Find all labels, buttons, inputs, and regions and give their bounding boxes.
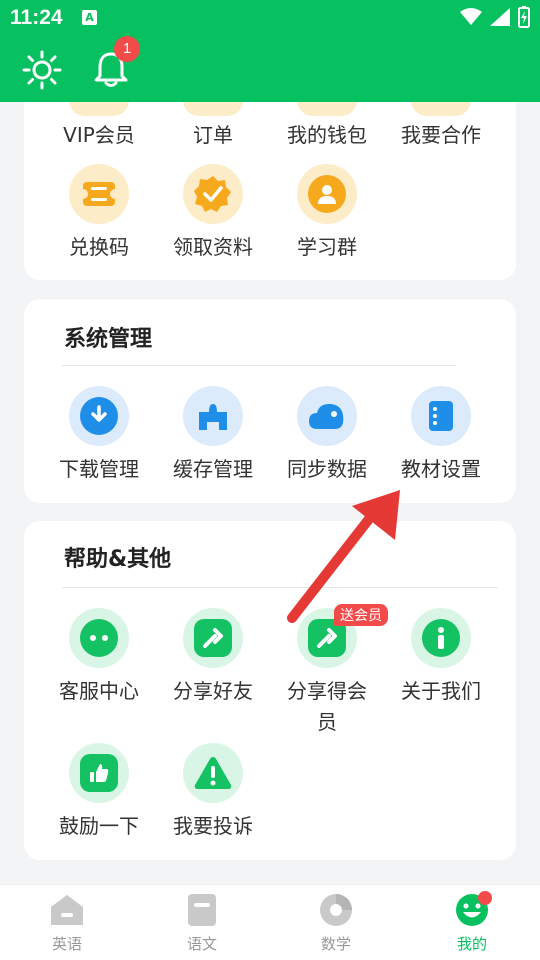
download-manage-label: 下载管理 — [59, 457, 139, 481]
get-materials-label: 领取资料 — [173, 235, 253, 259]
wallet-item[interactable]: 我的钱包 — [270, 120, 384, 150]
study-group-label: 学习群 — [297, 235, 357, 259]
order-icon-partial — [183, 100, 243, 116]
tab-chinese-label: 语文 — [186, 935, 217, 953]
book-icon — [429, 401, 453, 431]
vip-member-label: VIP会员 — [63, 123, 135, 147]
share-friends-item[interactable]: 分享好友 — [156, 608, 270, 706]
orders-label: 订单 — [193, 123, 233, 147]
system-title: 系统管理 — [64, 327, 153, 352]
person-icon — [318, 185, 336, 204]
check-badge-icon — [194, 176, 231, 212]
book-icon — [188, 894, 216, 926]
tab-math-label: 数学 — [320, 935, 351, 953]
complaint-label: 我要投诉 — [173, 814, 253, 838]
battery-icon — [518, 6, 530, 28]
system-icons — [460, 6, 530, 28]
system-divider — [62, 365, 456, 366]
textbook-settings-label: 教材设置 — [401, 457, 481, 481]
tab-math[interactable]: 数学 — [286, 893, 386, 954]
ticket-icon — [80, 182, 118, 206]
textbook-settings-item[interactable]: 教材设置 — [384, 386, 498, 484]
sync-data-label: 同步数据 — [287, 457, 367, 481]
tab-mine-label: 我的 — [456, 935, 487, 953]
bottom-tab-bar: 英语 语文 数学 我的 — [0, 884, 540, 960]
cooperate-label: 我要合作 — [401, 123, 481, 147]
share-get-vip-label: 分享得会 员 — [287, 679, 367, 734]
tab-english-label: 英语 — [51, 935, 82, 953]
customer-service-label: 客服中心 — [59, 679, 139, 703]
download-icon — [91, 405, 107, 422]
wallet-icon-partial — [297, 100, 357, 116]
notification-badge: 1 — [114, 36, 140, 62]
wifi-icon — [460, 8, 482, 25]
wallet-label: 我的钱包 — [287, 123, 367, 147]
status-time: 11:24 — [10, 6, 63, 29]
cooperate-item[interactable]: 我要合作 — [384, 120, 498, 150]
chat-icon — [90, 635, 108, 641]
redeem-code-item[interactable]: 兑换码 — [42, 164, 156, 262]
pie-icon — [320, 894, 352, 926]
redeem-code-label: 兑换码 — [69, 235, 129, 259]
top-bar: 11:24 A 1 — [0, 0, 540, 102]
encourage-item[interactable]: 鼓励一下 — [42, 743, 156, 841]
tab-chinese[interactable]: 语文 — [152, 893, 252, 954]
encourage-label: 鼓励一下 — [59, 814, 139, 838]
about-us-item[interactable]: 关于我们 — [384, 608, 498, 706]
orders-item[interactable]: 订单 — [156, 120, 270, 150]
warning-icon — [194, 757, 232, 789]
status-bar: 11:24 A — [0, 0, 540, 36]
share-get-vip-item[interactable]: 分享得会 员 — [270, 608, 384, 738]
customer-service-item[interactable]: 客服中心 — [42, 608, 156, 706]
share-icon — [203, 628, 223, 648]
puzzle-icon — [199, 404, 227, 430]
complaint-item[interactable]: 我要投诉 — [156, 743, 270, 841]
share-icon — [317, 628, 337, 648]
vip-icon-partial — [69, 100, 129, 116]
app-notification-icon: A — [82, 10, 97, 25]
tab-english[interactable]: 英语 — [17, 893, 117, 954]
get-materials-item[interactable]: 领取资料 — [156, 164, 270, 262]
vip-member-item[interactable]: VIP会员 — [42, 120, 156, 150]
help-title: 帮助&其他 — [64, 547, 172, 572]
help-divider — [62, 587, 498, 588]
tab-mine-badge — [478, 891, 492, 905]
tab-mine[interactable]: 我的 — [422, 893, 522, 954]
study-group-item[interactable]: 学习群 — [270, 164, 384, 262]
thumbs-up-icon — [90, 764, 109, 782]
cache-manage-item[interactable]: 缓存管理 — [156, 386, 270, 484]
share-friends-label: 分享好友 — [173, 679, 253, 703]
download-manage-item[interactable]: 下载管理 — [42, 386, 156, 484]
about-us-label: 关于我们 — [401, 679, 481, 703]
cloud-icon — [309, 404, 344, 429]
info-icon — [438, 627, 444, 649]
brightness-icon[interactable] — [22, 50, 62, 90]
cooperate-icon-partial — [411, 100, 471, 116]
signal-icon — [490, 8, 510, 26]
house-icon — [51, 895, 83, 925]
sync-data-item[interactable]: 同步数据 — [270, 386, 384, 484]
gift-vip-badge: 送会员 — [334, 604, 388, 626]
cache-manage-label: 缓存管理 — [173, 457, 253, 481]
